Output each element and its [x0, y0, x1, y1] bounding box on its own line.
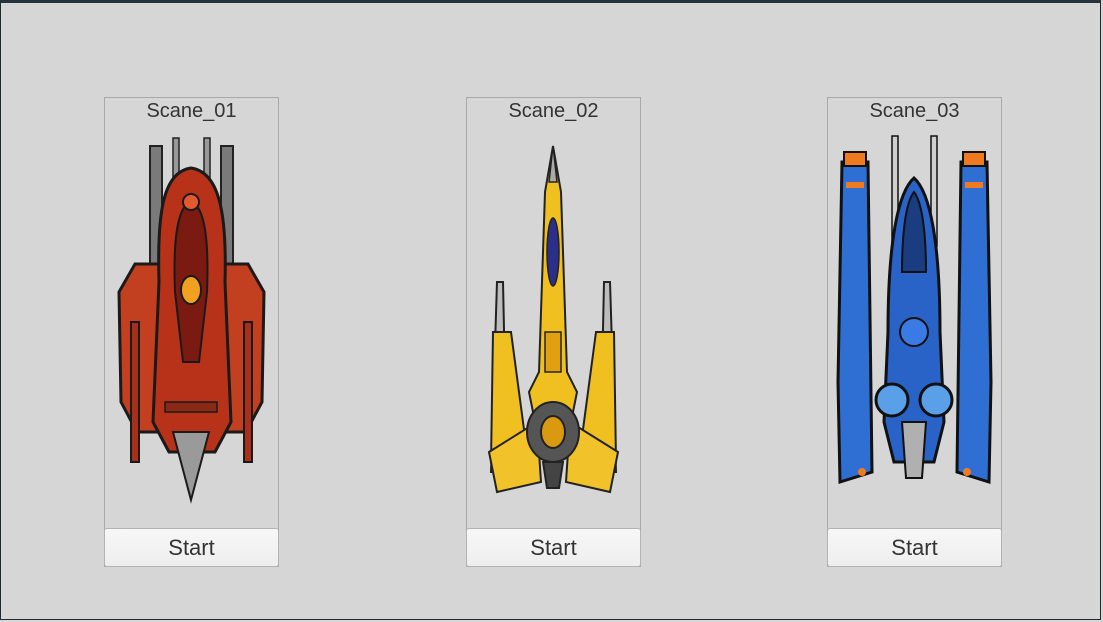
red-spaceship-icon — [117, 137, 266, 504]
scene-card-2: Scane_02 Start — [466, 97, 641, 567]
scene-card-1: Scane_01 Start — [104, 97, 279, 567]
blue-spaceship-icon — [836, 135, 993, 485]
scene-title-1: Scane_01 — [146, 100, 237, 122]
game-window: Scane_01 Start Scane_02 Start Scane_03 S… — [0, 0, 1101, 620]
scene-title-3: Scane_03 — [869, 100, 960, 122]
scene-title-2: Scane_02 — [508, 100, 599, 122]
yellow-spaceship-icon — [487, 145, 620, 494]
start-button-3[interactable]: Start — [827, 528, 1002, 567]
scene-card-3: Scane_03 Start — [827, 97, 1002, 567]
start-button-2[interactable]: Start — [466, 528, 641, 567]
start-button-1[interactable]: Start — [104, 528, 279, 567]
